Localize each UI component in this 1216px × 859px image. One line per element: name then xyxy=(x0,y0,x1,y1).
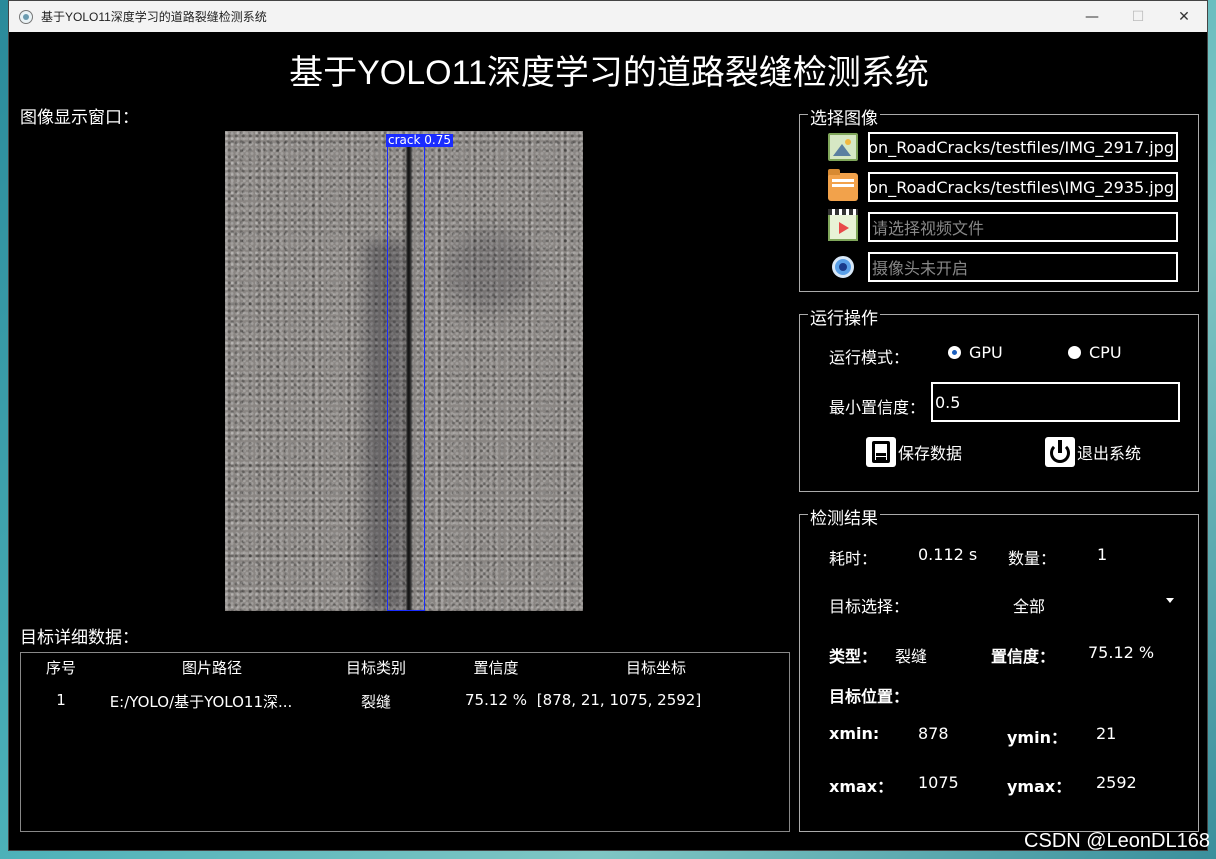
window-controls: — ☐ ✕ xyxy=(1069,1,1207,32)
group-title: 选择图像 xyxy=(808,104,880,129)
cell-confidence: 75.12 % xyxy=(465,691,527,709)
exit-button[interactable]: 退出系统 xyxy=(1045,437,1141,467)
min-conf-input[interactable]: 0.5 xyxy=(931,382,1180,422)
target-select-label: 目标选择： xyxy=(829,597,910,616)
cpu-label: CPU xyxy=(1089,343,1122,362)
image-window-label: 图像显示窗口： xyxy=(20,108,139,128)
save-button[interactable]: 保存数据 xyxy=(866,437,962,467)
column-header[interactable]: 目标类别 xyxy=(346,657,406,678)
maximize-button[interactable]: ☐ xyxy=(1115,1,1161,32)
min-conf-label: 最小置信度： xyxy=(829,398,926,417)
cell-path: E:/YOLO/基于YOLO11深... xyxy=(109,693,293,711)
xmax-label: xmax： xyxy=(829,777,894,796)
position-label: 目标位置： xyxy=(829,687,910,706)
power-icon xyxy=(1045,437,1075,467)
time-value: 0.112 s xyxy=(918,545,978,564)
count-label: 数量： xyxy=(1008,549,1057,568)
folder-icon[interactable] xyxy=(828,169,858,201)
target-select-value: 全部 xyxy=(1013,597,1046,616)
title-bar: 基于YOLO11深度学习的道路裂缝检测系统 — ☐ ✕ xyxy=(9,1,1207,32)
cpu-radio[interactable]: CPU xyxy=(1068,343,1122,362)
app-window: 基于YOLO11深度学习的道路裂缝检测系统 — ☐ ✕ 基于YOLO11深度学习… xyxy=(8,0,1208,851)
type-label: 类型： xyxy=(829,647,878,666)
select-image-group: 选择图像 ction_RoadCracks/testfiles/IMG_2917… xyxy=(799,104,1199,292)
detection-label: crack 0.75 xyxy=(386,133,453,147)
operation-group: 运行操作 运行模式： GPU CPU 最小置信度： 0.5 保存数据 退出系统 xyxy=(799,304,1199,492)
minimize-button[interactable]: — xyxy=(1069,1,1115,32)
cell-coords: [878, 21, 1075, 2592] xyxy=(536,691,702,709)
image-path-field[interactable]: ction_RoadCracks/testfiles/IMG_2917.jpg xyxy=(868,132,1178,162)
ymax-label: ymax： xyxy=(1007,777,1072,796)
road-stain xyxy=(445,231,535,311)
xmin-label: xmin: xyxy=(829,724,880,743)
ymin-label: ymin： xyxy=(1007,728,1067,747)
results-table[interactable]: 序号 图片路径 目标类别 置信度 目标坐标 1 E:/YOLO/基于YOLO11… xyxy=(20,652,790,832)
conf-label: 置信度： xyxy=(991,647,1056,666)
column-header[interactable]: 序号 xyxy=(46,657,76,678)
road-image: crack 0.75 xyxy=(225,131,583,611)
exit-label: 退出系统 xyxy=(1077,444,1142,463)
type-value: 裂缝 xyxy=(895,647,928,666)
save-label: 保存数据 xyxy=(898,444,963,463)
app-icon xyxy=(19,9,33,24)
detection-box xyxy=(387,139,425,611)
results-group: 检测结果 耗时： 0.112 s 数量： 1 目标选择： 全部 类型： 裂缝 置… xyxy=(799,504,1199,832)
ymin-value: 21 xyxy=(1096,724,1117,743)
target-select[interactable]: 全部 xyxy=(1010,593,1180,616)
ymax-value: 2592 xyxy=(1096,773,1137,792)
video-icon[interactable] xyxy=(828,209,858,241)
close-button[interactable]: ✕ xyxy=(1161,1,1207,32)
cell-index: 1 xyxy=(56,691,66,709)
gpu-radio[interactable]: GPU xyxy=(948,343,1003,362)
group-title: 运行操作 xyxy=(808,304,880,329)
mode-label: 运行模式： xyxy=(829,348,910,367)
gpu-label: GPU xyxy=(969,343,1003,362)
folder-path-field[interactable]: ction_RoadCracks/testfiles\IMG_2935.jpg xyxy=(868,172,1178,202)
image-icon[interactable] xyxy=(828,133,858,161)
column-header[interactable]: 目标坐标 xyxy=(626,657,686,678)
watermark: CSDN @LeonDL168 xyxy=(1024,830,1210,852)
column-header[interactable]: 置信度 xyxy=(473,657,518,678)
camera-field[interactable]: 摄像头未开启 xyxy=(868,252,1178,282)
video-path-field[interactable]: 请选择视频文件 xyxy=(868,212,1178,242)
camera-icon[interactable] xyxy=(832,256,854,278)
xmin-value: 878 xyxy=(918,724,949,743)
save-icon xyxy=(866,437,896,467)
time-label: 耗时： xyxy=(829,549,878,568)
chevron-down-icon xyxy=(1166,598,1174,603)
group-title: 检测结果 xyxy=(808,504,880,529)
window-title: 基于YOLO11深度学习的道路裂缝检测系统 xyxy=(41,10,267,24)
column-header[interactable]: 图片路径 xyxy=(182,657,242,678)
image-display: crack 0.75 xyxy=(225,131,583,611)
table-label: 目标详细数据： xyxy=(20,628,139,648)
xmax-value: 1075 xyxy=(918,773,959,792)
page-title: 基于YOLO11深度学习的道路裂缝检测系统 xyxy=(289,54,929,92)
conf-value: 75.12 % xyxy=(1088,643,1155,662)
cell-category: 裂缝 xyxy=(360,693,392,711)
radio-checked-icon xyxy=(948,346,961,359)
radio-unchecked-icon xyxy=(1068,346,1081,359)
count-value: 1 xyxy=(1097,545,1108,564)
